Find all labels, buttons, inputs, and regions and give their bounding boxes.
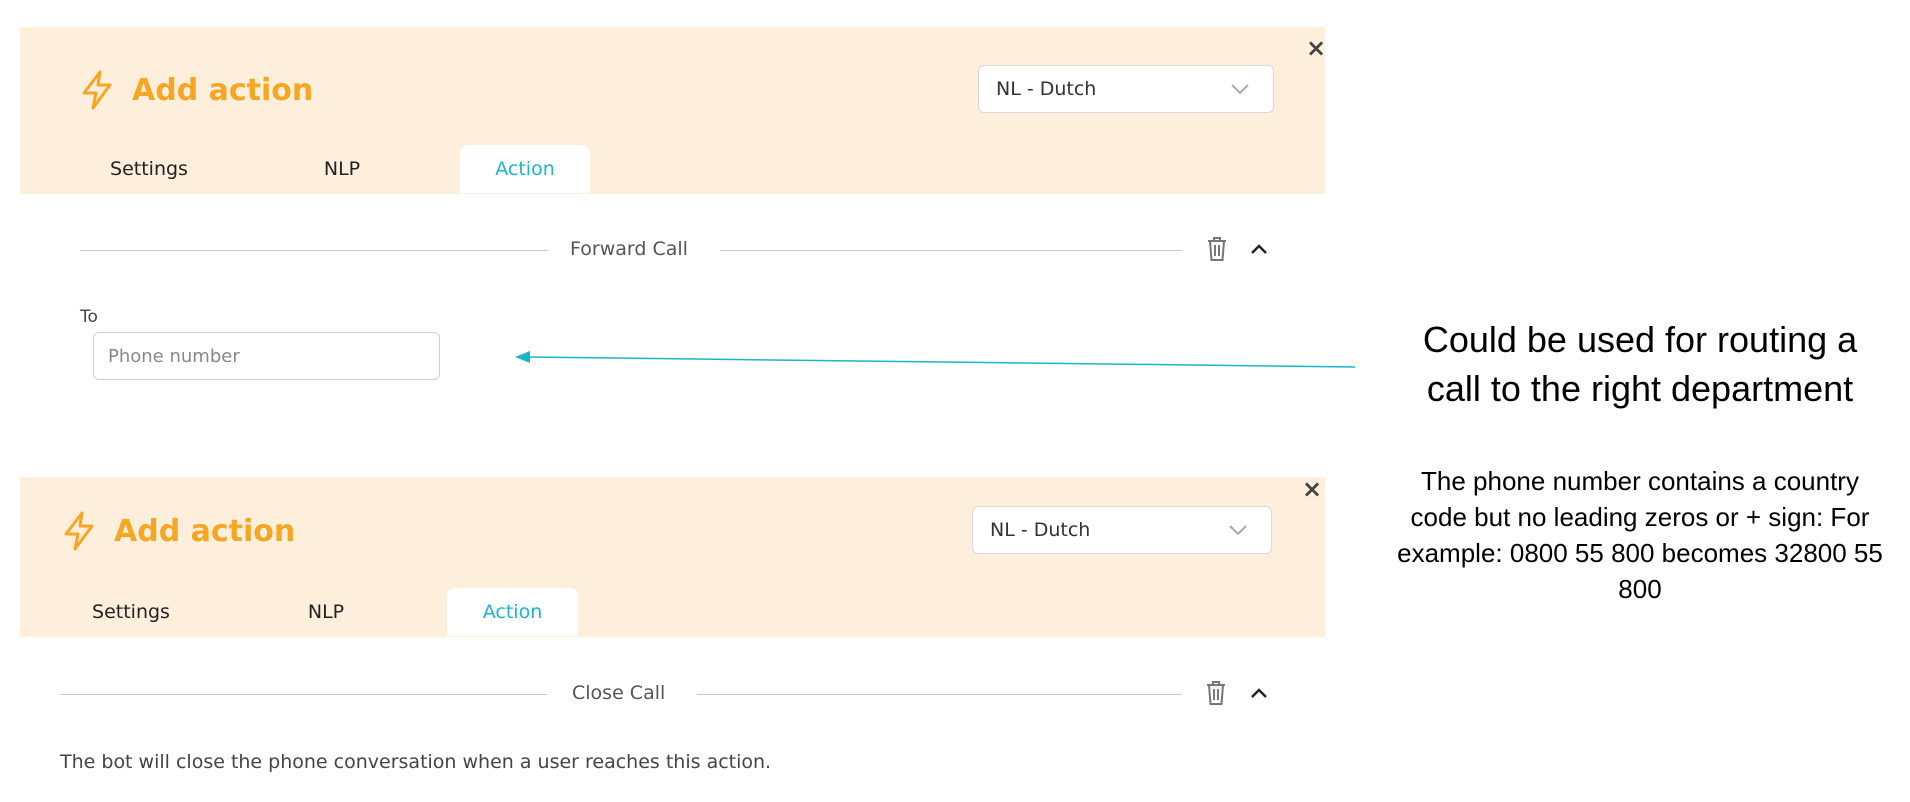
tab-settings[interactable]: Settings xyxy=(92,145,206,193)
section-title: Close Call xyxy=(572,682,666,704)
divider-right xyxy=(720,250,1182,251)
tab-nlp[interactable]: NLP xyxy=(286,588,366,636)
language-select-value: NL - Dutch xyxy=(990,519,1091,541)
language-select[interactable]: NL - Dutch xyxy=(978,65,1274,113)
language-select[interactable]: NL - Dutch xyxy=(972,506,1272,554)
tab-nlp[interactable]: NLP xyxy=(302,145,382,193)
section-title: Forward Call xyxy=(570,238,688,260)
panel-title: Add action xyxy=(114,513,296,549)
tab-action[interactable]: Action xyxy=(460,145,590,193)
chevron-up-icon[interactable] xyxy=(1248,682,1270,704)
chevron-up-icon[interactable] xyxy=(1248,238,1270,260)
lightning-icon xyxy=(82,70,112,110)
close-icon[interactable]: × xyxy=(1302,477,1322,501)
lightning-icon xyxy=(64,511,94,551)
panel-1-title-group: Add action xyxy=(80,70,313,110)
trash-icon[interactable] xyxy=(1205,235,1229,263)
tab-action[interactable]: Action xyxy=(447,588,578,636)
phone-number-input[interactable] xyxy=(93,332,440,380)
panel-2-title-group: Add action xyxy=(62,511,295,551)
annotation-detail: The phone number contains a country code… xyxy=(1397,466,1883,604)
close-icon[interactable]: × xyxy=(1306,36,1326,60)
chevron-down-icon xyxy=(1231,84,1249,95)
tab-settings[interactable]: Settings xyxy=(74,588,188,636)
divider-left xyxy=(60,694,547,695)
panel-title: Add action xyxy=(132,72,314,108)
annotation-headline: Could be used for routing a call to the … xyxy=(1422,319,1858,409)
divider-left xyxy=(80,250,548,251)
trash-icon[interactable] xyxy=(1204,679,1228,707)
language-select-value: NL - Dutch xyxy=(996,78,1097,100)
chevron-down-icon xyxy=(1229,525,1247,536)
divider-right xyxy=(697,694,1182,695)
panel-2-header xyxy=(20,477,1325,637)
field-label-to: To xyxy=(80,307,98,327)
close-call-description: The bot will close the phone conversatio… xyxy=(60,751,772,773)
